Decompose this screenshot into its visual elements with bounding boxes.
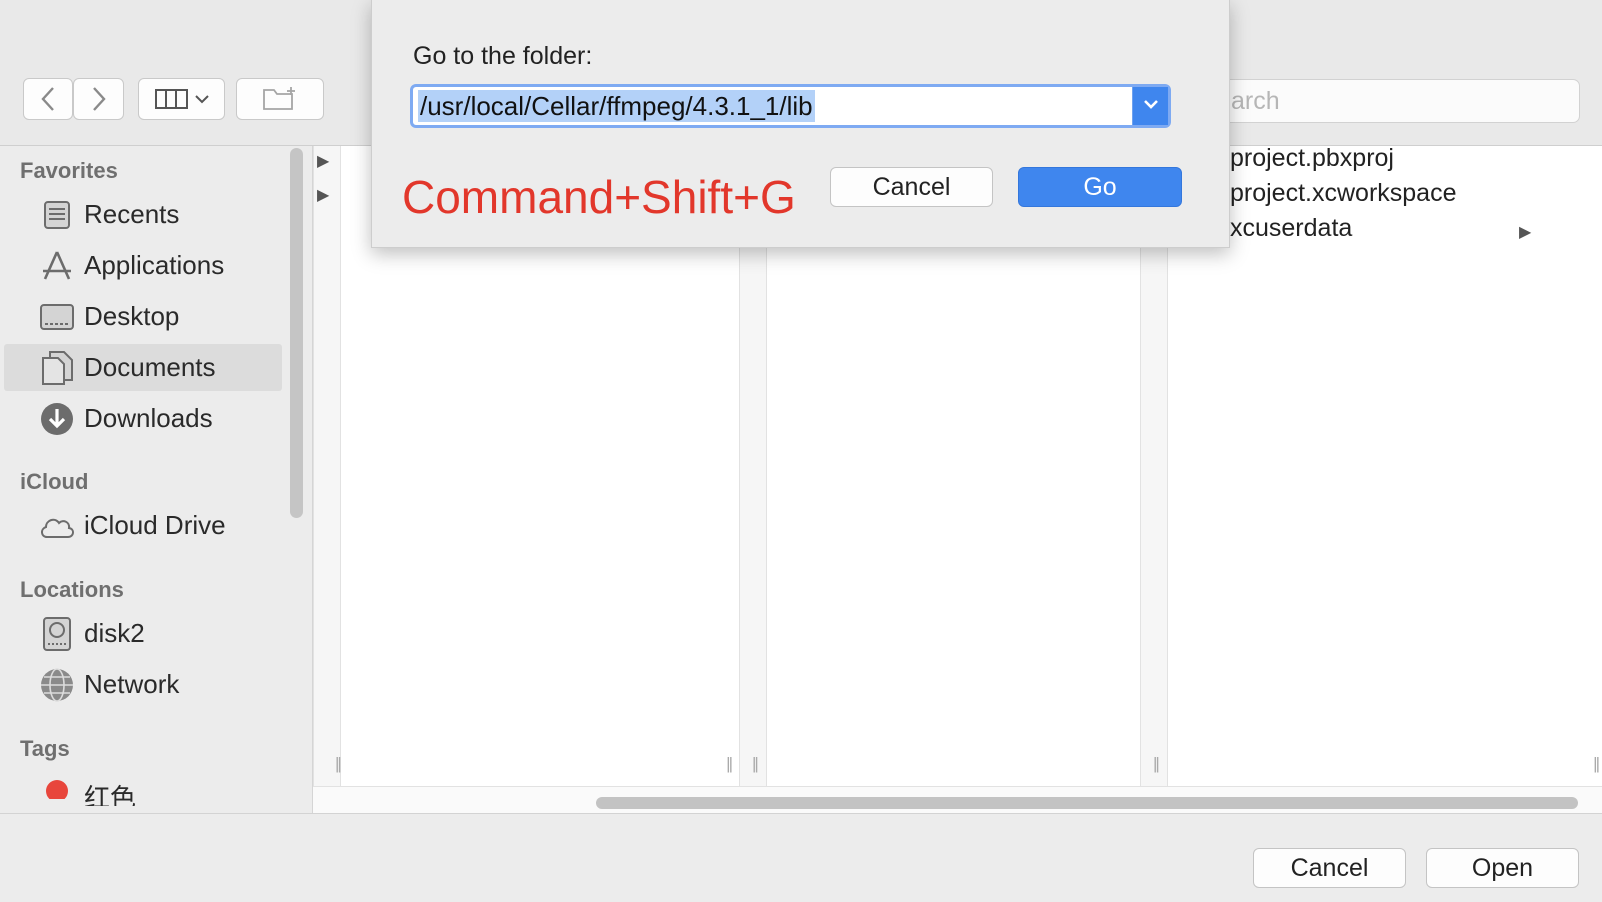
sidebar: Favorites Recents Applications Desktop D…	[0, 146, 313, 813]
sidebar-item-applications[interactable]: Applications	[4, 242, 282, 289]
sidebar-item-label: Desktop	[84, 301, 180, 331]
sidebar-item-label: Network	[84, 669, 180, 699]
red-tag-dot-icon	[38, 767, 76, 805]
disk-icon	[38, 615, 76, 653]
horizontal-scrollbar[interactable]	[313, 786, 1602, 814]
sidebar-item-recents[interactable]: Recents	[4, 191, 282, 238]
shortcut-annotation: Command+Shift+G	[402, 171, 796, 223]
sidebar-item-network[interactable]: Network	[4, 661, 282, 708]
disclosure-arrow-icon[interactable]: ▶	[1519, 222, 1531, 242]
desktop-icon	[38, 298, 76, 336]
forward-button[interactable]	[73, 78, 124, 120]
sidebar-scrollbar[interactable]	[290, 148, 303, 518]
back-button[interactable]	[23, 78, 73, 120]
sidebar-item-label: Documents	[84, 352, 216, 382]
column-resize-handle[interactable]: ||	[335, 754, 342, 774]
sidebar-item-tag-red[interactable]: 红色	[4, 766, 282, 806]
cloud-icon	[38, 507, 76, 545]
sidebar-item-label: Applications	[84, 250, 225, 280]
column-view-icon	[154, 88, 189, 110]
open-file-dialog: arch Favorites Recents Applications Desk…	[0, 0, 1602, 902]
downloads-icon	[38, 400, 76, 438]
recents-icon	[38, 196, 76, 234]
column-resize-handle[interactable]: ||	[752, 754, 759, 774]
sidebar-item-label: iCloud Drive	[84, 510, 226, 540]
forward-chevron-icon	[91, 86, 107, 112]
sidebar-item-desktop[interactable]: Desktop	[4, 293, 282, 340]
sidebar-item-documents[interactable]: Documents	[4, 344, 282, 391]
new-folder-button[interactable]	[236, 78, 324, 120]
disclosure-arrow-icon[interactable]: ▶	[317, 185, 329, 205]
sidebar-item-label: Downloads	[84, 403, 213, 433]
locations-header: Locations	[20, 577, 124, 602]
sidebar-item-label: Recents	[84, 199, 180, 229]
favorites-header: Favorites	[20, 158, 118, 183]
go-button[interactable]: Go	[1018, 167, 1182, 207]
list-item[interactable]: project.pbxproj	[1230, 144, 1394, 173]
cancel-button[interactable]: Cancel	[1253, 848, 1406, 888]
new-folder-icon	[262, 86, 298, 112]
sidebar-item-icloud-drive[interactable]: iCloud Drive	[4, 502, 282, 549]
open-button[interactable]: Open	[1426, 848, 1579, 888]
path-field[interactable]: /usr/local/Cellar/ffmpeg/4.3.1_1/lib	[410, 84, 1171, 128]
view-mode-button[interactable]	[138, 78, 225, 120]
sidebar-item-label: 红色	[84, 782, 137, 807]
column-resize-handle[interactable]: ||	[1593, 754, 1600, 774]
search-field[interactable]: arch	[1195, 79, 1580, 123]
scrollbar-thumb[interactable]	[596, 797, 1578, 809]
go-to-folder-sheet: Go to the folder: /usr/local/Cellar/ffmp…	[371, 0, 1230, 248]
list-item[interactable]: project.xcworkspace	[1230, 179, 1456, 208]
sheet-label: Go to the folder:	[413, 42, 593, 70]
dialog-footer: Cancel Open	[0, 813, 1602, 902]
column-resize-handle[interactable]: ||	[1153, 754, 1160, 774]
sidebar-item-disk2[interactable]: disk2	[4, 610, 282, 657]
column-strip	[313, 146, 341, 786]
column-resize-handle[interactable]: ||	[726, 754, 733, 774]
back-chevron-icon	[40, 86, 56, 112]
icloud-header: iCloud	[20, 469, 89, 494]
file-name: project.pbxproj	[1230, 144, 1394, 172]
sheet-cancel-button[interactable]: Cancel	[830, 167, 993, 207]
tags-header: Tags	[20, 736, 70, 761]
chevron-down-icon	[194, 94, 209, 104]
disclosure-arrow-icon[interactable]: ▶	[317, 151, 329, 171]
path-history-dropdown[interactable]	[1132, 87, 1168, 125]
file-name: xcuserdata	[1230, 214, 1353, 242]
documents-icon	[38, 349, 76, 387]
path-input[interactable]: /usr/local/Cellar/ffmpeg/4.3.1_1/lib	[418, 90, 815, 122]
sidebar-item-downloads[interactable]: Downloads	[4, 395, 282, 442]
applications-icon	[38, 247, 76, 285]
file-name: project.xcworkspace	[1230, 179, 1457, 207]
chevron-down-icon	[1143, 97, 1159, 115]
network-icon	[38, 666, 76, 704]
sidebar-item-label: disk2	[84, 618, 145, 648]
